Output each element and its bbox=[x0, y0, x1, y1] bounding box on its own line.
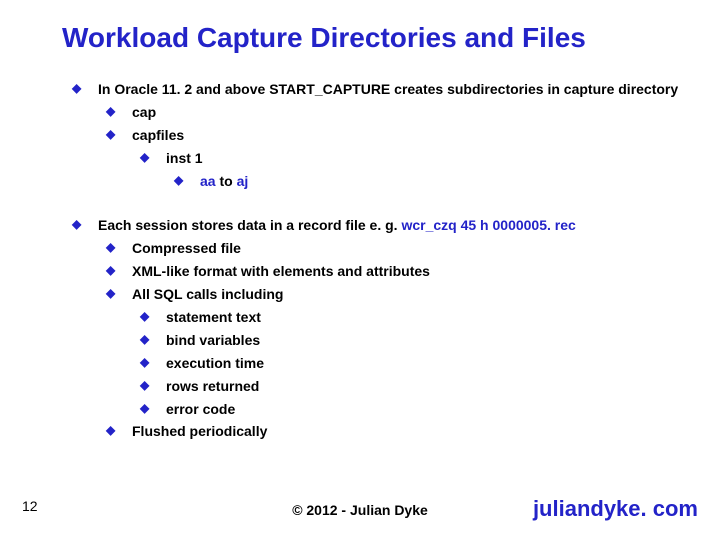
bullet-xml: XML-like format with elements and attrib… bbox=[106, 262, 680, 281]
bullet-inst1: inst 1 bbox=[140, 149, 680, 168]
bullet-main-2: Each session stores data in a record fil… bbox=[72, 216, 680, 235]
bullet-error-code: error code bbox=[140, 400, 680, 419]
bullet-compressed: Compressed file bbox=[106, 239, 680, 258]
text: inst 1 bbox=[166, 150, 203, 166]
bullet-stmt-text: statement text bbox=[140, 308, 680, 327]
bullet-capfiles: capfiles bbox=[106, 126, 680, 145]
site-url: juliandyke. com bbox=[533, 496, 698, 522]
slide: Workload Capture Directories and Files I… bbox=[0, 0, 720, 540]
text: rows returned bbox=[166, 378, 259, 394]
slide-title: Workload Capture Directories and Files bbox=[62, 22, 586, 54]
bullet-aa-aj: aa to aj bbox=[174, 172, 680, 191]
text: capfiles bbox=[132, 127, 184, 143]
text: bind variables bbox=[166, 332, 260, 348]
text: XML-like format with elements and attrib… bbox=[132, 263, 430, 279]
text: All SQL calls including bbox=[132, 286, 283, 302]
text-aa: aa bbox=[200, 173, 216, 189]
text: Flushed periodically bbox=[132, 423, 267, 439]
spacer bbox=[72, 194, 680, 216]
slide-content: In Oracle 11. 2 and above START_CAPTURE … bbox=[72, 80, 680, 445]
text-aj: aj bbox=[237, 173, 249, 189]
bullet-bind-vars: bind variables bbox=[140, 331, 680, 350]
bullet-cap: cap bbox=[106, 103, 680, 122]
text-session: Each session stores data in a record fil… bbox=[98, 217, 401, 233]
text-recfile: wcr_czq 45 h 0000005. rec bbox=[401, 217, 575, 233]
bullet-exec-time: execution time bbox=[140, 354, 680, 373]
bullet-rows-ret: rows returned bbox=[140, 377, 680, 396]
text: error code bbox=[166, 401, 235, 417]
text: execution time bbox=[166, 355, 264, 371]
text: statement text bbox=[166, 309, 261, 325]
bullet-flushed: Flushed periodically bbox=[106, 422, 680, 441]
text: cap bbox=[132, 104, 156, 120]
text-to: to bbox=[216, 173, 237, 189]
text: Compressed file bbox=[132, 240, 241, 256]
bullet-sqlcalls: All SQL calls including bbox=[106, 285, 680, 304]
text: In Oracle 11. 2 and above START_CAPTURE … bbox=[98, 81, 678, 97]
bullet-main-1: In Oracle 11. 2 and above START_CAPTURE … bbox=[72, 80, 680, 99]
